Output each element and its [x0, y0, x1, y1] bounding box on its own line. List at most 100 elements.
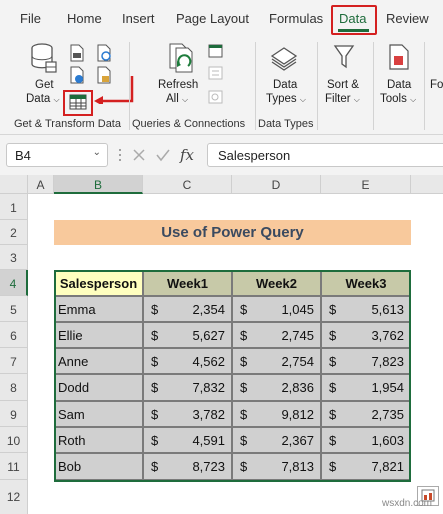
recent-sources-icon[interactable]	[96, 44, 112, 62]
cell-week2[interactable]: $9,812	[232, 401, 321, 427]
cell-week1[interactable]: $4,591	[143, 427, 232, 453]
row-header-2[interactable]: 2	[0, 220, 28, 245]
header-salesperson[interactable]: Salesperson	[54, 270, 143, 296]
header-week3[interactable]: Week3	[321, 270, 411, 296]
cell-week1[interactable]: $7,832	[143, 374, 232, 401]
column-header-a[interactable]: A	[28, 175, 54, 194]
tab-home[interactable]: Home	[67, 11, 102, 26]
formula-bar: B4 ⌄ fx Salesperson	[0, 135, 443, 175]
chevron-down-icon: ⌵	[410, 95, 417, 104]
column-header-f[interactable]	[411, 175, 443, 194]
cell-week1[interactable]: $4,562	[143, 348, 232, 374]
cell-week2[interactable]: $2,745	[232, 322, 321, 348]
cell-week3[interactable]: $5,613	[321, 296, 411, 322]
cell-salesperson[interactable]: Bob	[54, 453, 143, 480]
row-header-9[interactable]: 9	[0, 401, 28, 427]
chevron-down-icon[interactable]: ⌄	[93, 147, 101, 158]
get-data-label-1: Get	[35, 79, 54, 91]
group-get-transform-label: Get & Transform Data	[14, 118, 121, 130]
refresh-label-1: Refresh	[158, 79, 199, 91]
from-text-csv-icon[interactable]	[69, 44, 85, 62]
group-separator	[255, 42, 256, 130]
tab-page-layout[interactable]: Page Layout	[176, 11, 249, 26]
row-header-6[interactable]: 6	[0, 322, 28, 348]
group-separator	[317, 42, 318, 130]
forecast-label-cut[interactable]: Fo	[430, 79, 443, 91]
column-header-e[interactable]: E	[321, 175, 411, 194]
row-header-8[interactable]: 8	[0, 374, 28, 401]
cell-salesperson[interactable]: Dodd	[54, 374, 143, 401]
data-types-icon	[270, 47, 298, 71]
tab-file[interactable]: File	[20, 11, 41, 26]
enter-check-icon[interactable]	[156, 148, 170, 162]
header-week2[interactable]: Week2	[232, 270, 321, 296]
cell-salesperson[interactable]: Anne	[54, 348, 143, 374]
row-header-7[interactable]: 7	[0, 348, 28, 374]
edit-links-icon[interactable]	[208, 90, 223, 104]
cell-week2[interactable]: $1,045	[232, 296, 321, 322]
cell-week3[interactable]: $7,823	[321, 348, 411, 374]
grip-icon	[119, 149, 121, 161]
refresh-icon	[169, 43, 193, 73]
data-types-label-2: Types ⌵	[266, 93, 306, 105]
cell-week1[interactable]: $2,354	[143, 296, 232, 322]
header-week1[interactable]: Week1	[143, 270, 232, 296]
tab-formulas[interactable]: Formulas	[269, 11, 323, 26]
group-data-types-label: Data Types	[258, 118, 314, 130]
cell-week3[interactable]: $2,735	[321, 401, 411, 427]
cell-week3[interactable]: $1,603	[321, 427, 411, 453]
cell-week3[interactable]: $7,821	[321, 453, 411, 480]
row-header-10[interactable]: 10	[0, 427, 28, 453]
row-header-3[interactable]: 3	[0, 245, 28, 270]
row-header-11[interactable]: 11	[0, 453, 28, 480]
cancel-icon[interactable]	[132, 148, 146, 162]
group-queries-label: Queries & Connections	[132, 118, 246, 130]
row-header-1[interactable]: 1	[0, 194, 28, 220]
cell-salesperson[interactable]: Sam	[54, 401, 143, 427]
watermark: wsxdn.com	[382, 498, 433, 509]
sort-filter-label-1: Sort &	[327, 79, 359, 91]
chevron-down-icon: ⌵	[353, 95, 360, 104]
cell-week1[interactable]: $3,782	[143, 401, 232, 427]
formula-input[interactable]: Salesperson	[207, 143, 443, 167]
tab-insert[interactable]: Insert	[122, 11, 155, 26]
cell-salesperson[interactable]: Ellie	[54, 322, 143, 348]
cell-week1[interactable]: $5,627	[143, 322, 232, 348]
group-separator	[373, 42, 374, 130]
queries-connections-icon[interactable]	[208, 44, 223, 58]
cell-week1[interactable]: $8,723	[143, 453, 232, 480]
row-header-5[interactable]: 5	[0, 296, 28, 322]
red-arrow-annotation	[94, 76, 134, 104]
column-header-b[interactable]: B	[54, 175, 143, 194]
cell-week3[interactable]: $3,762	[321, 322, 411, 348]
cell-salesperson[interactable]: Emma	[54, 296, 143, 322]
from-table-highlight-box	[63, 90, 93, 116]
cell-week2[interactable]: $2,836	[232, 374, 321, 401]
cell-salesperson[interactable]: Roth	[54, 427, 143, 453]
chevron-down-icon: ⌵	[53, 95, 60, 104]
cell-week2[interactable]: $7,813	[232, 453, 321, 480]
cell-week2[interactable]: $2,754	[232, 348, 321, 374]
cell-week2[interactable]: $2,367	[232, 427, 321, 453]
worksheet-grid: A B C D E 1 2 3 4 5 6 7 8 9 10 11 12 Use…	[0, 175, 443, 514]
column-header-c[interactable]: C	[143, 175, 232, 194]
column-header-d[interactable]: D	[232, 175, 321, 194]
get-data-label-2: Data ⌵	[26, 93, 60, 105]
properties-icon[interactable]	[208, 66, 223, 80]
chevron-down-icon: ⌵	[299, 95, 306, 104]
from-web-icon[interactable]	[69, 66, 85, 84]
cell-week3[interactable]: $1,954	[321, 374, 411, 401]
menu-bar: File Home Insert Page Layout Formulas Da…	[0, 0, 443, 36]
tab-review[interactable]: Review	[386, 11, 429, 26]
refresh-label-2: All ⌵	[166, 93, 189, 105]
data-tools-label-1: Data	[387, 79, 412, 91]
name-box[interactable]: B4 ⌄	[6, 143, 108, 167]
row-header-4[interactable]: 4	[0, 270, 28, 296]
filter-icon	[333, 45, 355, 69]
select-all-corner[interactable]	[0, 175, 28, 194]
data-tools-label-2: Tools ⌵	[380, 93, 417, 105]
row-header-12[interactable]: 12	[0, 480, 28, 514]
database-icon	[31, 43, 57, 73]
insert-function-icon[interactable]: fx	[180, 146, 194, 164]
sheet-title[interactable]: Use of Power Query	[54, 220, 411, 245]
